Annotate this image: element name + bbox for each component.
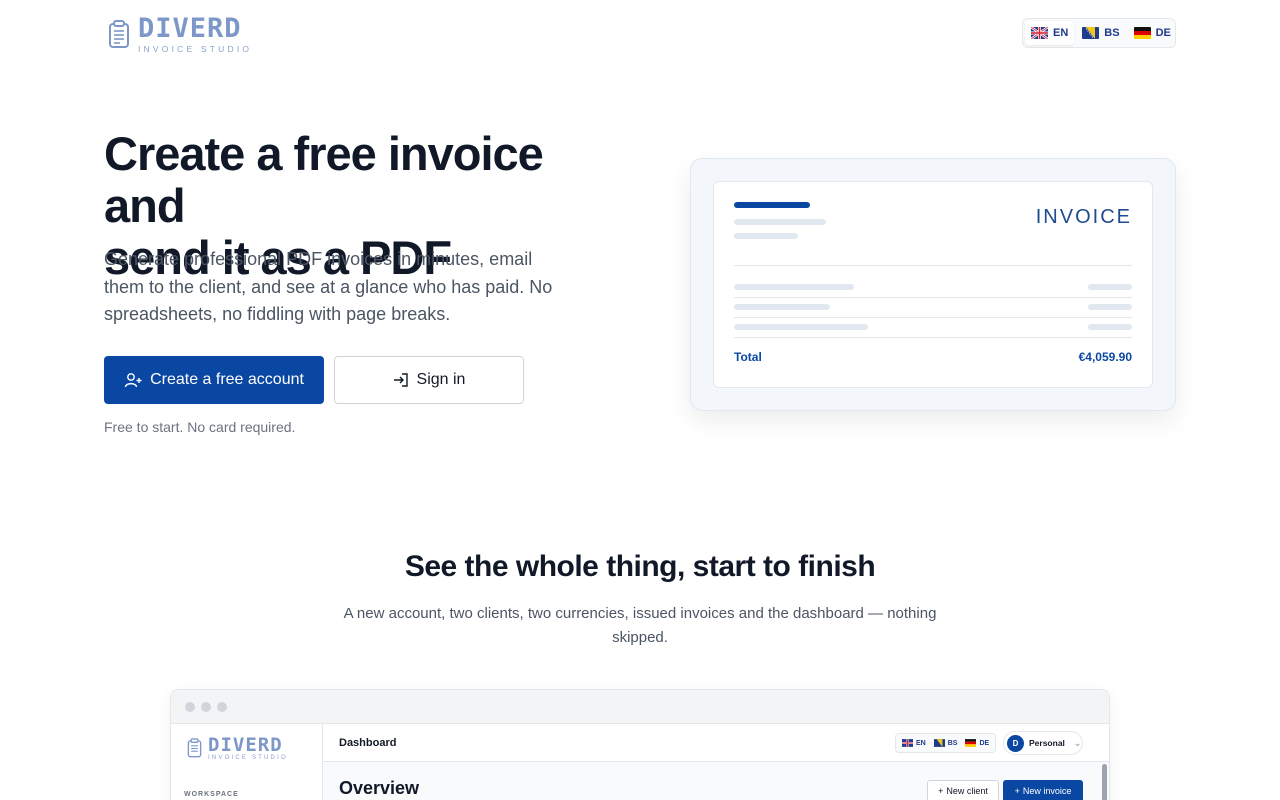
plus-icon: + [1014,786,1020,796]
bosnia-flag-icon [1082,27,1100,39]
language-de-button[interactable]: DE [1128,21,1177,45]
invoice-header-bar [734,202,810,208]
invoice-total-value: €4,059.90 [1078,350,1132,364]
app-language-bs[interactable]: BS [931,739,961,747]
section-title: See the whole thing, start to finish [404,550,876,583]
invoice-line-amount [1088,284,1132,290]
logo-tagline: INVOICE STUDIO [138,44,253,54]
page-title: Overview [339,778,420,798]
window-dot [217,701,227,712]
create-account-button[interactable]: Create a free account [104,356,324,404]
language-switcher: EN BS DE [1022,18,1176,48]
hero-note: Free to start. No card required. [104,419,296,435]
app-language-bs-label: BS [947,739,958,747]
language-bs-button[interactable]: BS [1076,21,1125,45]
invoice-preview: INVOICE Total €4,059.90 [690,158,1176,411]
language-en-button[interactable]: EN [1025,21,1075,45]
avatar: D [1007,734,1024,752]
new-invoice-label: New invoice [1022,786,1072,796]
language-de-label: DE [1155,27,1171,39]
window-titlebar [171,690,1109,724]
app-language-en-label: EN [916,739,926,747]
invoice-line-item [734,324,868,330]
sign-in-label: Sign in [416,371,466,388]
uk-flag-icon [1031,27,1048,39]
invoice-divider [734,265,1132,266]
app-main: Dashboard EN BS DE D Personal ⌄ Overview… [323,724,1109,800]
app-logo: DIVERD INVOICE STUDIO [187,736,288,761]
invoice-line-amount [1088,304,1132,310]
workspace-label: WORKSPACE [184,791,239,798]
create-account-label: Create a free account [150,371,304,388]
app-topbar: Dashboard EN BS DE D Personal ⌄ [323,724,1109,762]
app-sidebar: DIVERD INVOICE STUDIO WORKSPACE [171,724,323,800]
sign-in-icon [393,373,408,387]
language-bs-label: BS [1104,27,1120,39]
hero-title-line-1: Create a free invoice and [104,127,544,232]
window-dot [185,701,195,712]
uk-flag-icon [902,739,913,747]
user-plus-icon [124,373,142,388]
language-en-label: EN [1053,27,1069,39]
app-language-switcher: EN BS DE [895,733,997,753]
new-invoice-button[interactable]: + New invoice [1003,780,1083,800]
plus-icon: + [938,786,944,796]
germany-flag-icon [1133,27,1151,39]
invoice-placeholder-line [734,233,798,239]
receipt-icon [109,20,129,48]
bosnia-flag-icon [933,739,945,747]
receipt-icon [187,738,202,758]
section-description: A new account, two clients, two currenci… [343,605,937,646]
app-topbar-title: Dashboard [339,737,397,749]
new-client-label: New client [946,786,988,796]
invoice-divider [734,337,1132,338]
invoice-card: INVOICE Total €4,059.90 [713,181,1153,388]
app-language-de-label: DE [979,739,990,747]
app-logo-tagline: INVOICE STUDIO [208,755,288,761]
hero-description: Generate professional PDF invoices in mi… [104,249,553,324]
germany-flag-icon [965,739,977,747]
window-dot [201,701,211,712]
app-logo-wordmark: DIVERD [208,734,283,756]
invoice-line-amount [1088,324,1132,330]
app-language-de[interactable]: DE [962,739,992,747]
invoice-title: INVOICE [1035,206,1132,228]
sign-in-button[interactable]: Sign in [334,356,524,404]
logo-wordmark: DIVERD [138,13,242,44]
invoice-total-label: Total [734,350,762,364]
invoice-line-item [734,304,830,310]
invoice-line-item [734,284,854,290]
brand-logo[interactable]: DIVERD INVOICE STUDIO [108,13,253,54]
new-client-button[interactable]: + New client [927,780,999,800]
account-name: Personal [1029,738,1065,748]
app-preview-window: DIVERD INVOICE STUDIO WORKSPACE Dashboar… [170,689,1110,800]
scrollbar[interactable] [1102,764,1107,800]
invoice-placeholder-line [734,219,826,225]
chevron-down-icon: ⌄ [1073,737,1082,748]
account-switcher[interactable]: D Personal ⌄ [1003,731,1083,755]
invoice-divider [734,297,1132,298]
invoice-divider [734,317,1132,318]
app-language-en[interactable]: EN [899,739,929,747]
